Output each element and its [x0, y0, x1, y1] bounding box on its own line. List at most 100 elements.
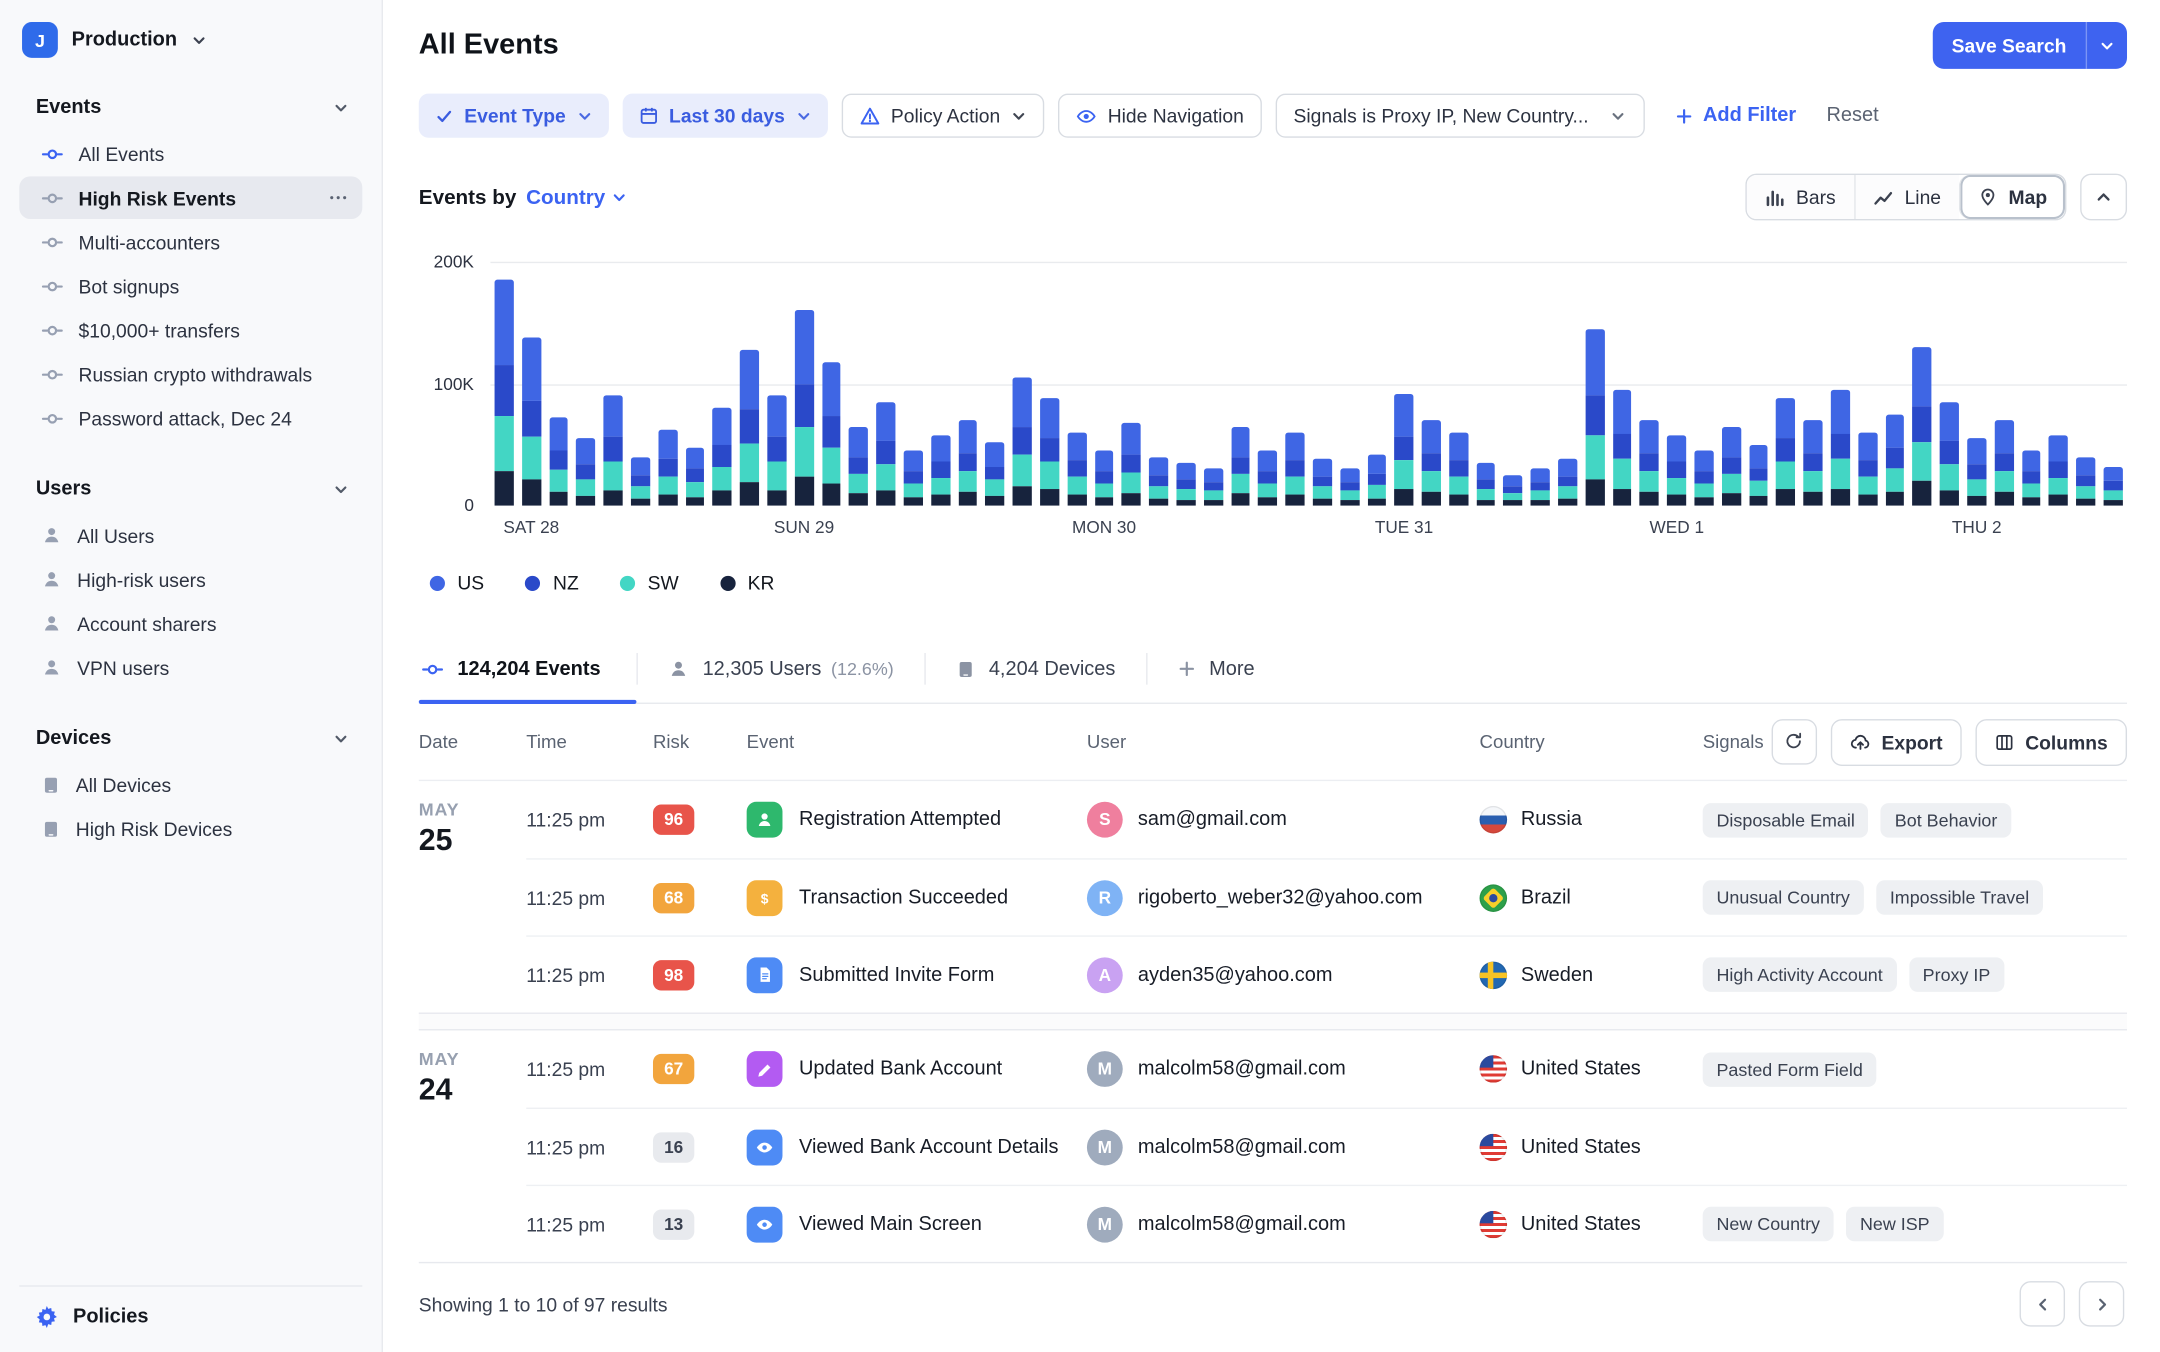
bar[interactable] [1012, 262, 1032, 506]
bar[interactable] [1994, 262, 2014, 506]
bar[interactable] [2049, 262, 2069, 506]
sidebar-item-account-sharers[interactable]: Account sharers [19, 602, 362, 645]
bar[interactable] [1885, 262, 1905, 506]
bar[interactable] [1476, 262, 1496, 506]
export-button[interactable]: Export [1830, 718, 1962, 766]
prev-page-button[interactable] [2019, 1281, 2066, 1327]
bar[interactable] [876, 262, 896, 506]
bar[interactable] [1176, 262, 1196, 506]
chart-view-bars[interactable]: Bars [1746, 174, 1854, 220]
bar[interactable] [1912, 262, 1932, 506]
tab-4-204-devices[interactable]: 4,204 Devices [925, 635, 1145, 703]
sidebar-item-multi-accounters[interactable]: Multi-accounters [19, 220, 362, 263]
bar[interactable] [930, 262, 950, 506]
bar[interactable]: TUE 31 [1375, 262, 1433, 537]
tab-more[interactable]: More [1147, 635, 1285, 703]
bar[interactable] [1776, 262, 1796, 506]
sidebar-item-high-risk-devices[interactable]: High Risk Devices [19, 807, 362, 850]
bar[interactable]: SUN 29 [774, 262, 834, 537]
bar[interactable] [1040, 262, 1060, 506]
bar[interactable] [1312, 262, 1332, 506]
bar[interactable] [1858, 262, 1878, 506]
bar[interactable] [712, 262, 732, 506]
bar[interactable] [1558, 262, 1578, 506]
sidebar-item-all-devices[interactable]: All Devices [19, 763, 362, 806]
bar[interactable] [1939, 262, 1959, 506]
table-row[interactable]: 11:25 pm 68 $ Transaction Succeeded Rrigober… [526, 858, 2128, 935]
bar[interactable] [821, 262, 841, 506]
bar[interactable] [1830, 262, 1850, 506]
sidebar-item-policies[interactable]: Policies [19, 1284, 363, 1328]
sidebar-item-high-risk-users[interactable]: High-risk users [19, 558, 362, 601]
chart-view-map[interactable]: Map [1958, 174, 2066, 220]
bar[interactable] [603, 262, 623, 506]
bar[interactable] [1203, 262, 1223, 506]
bar[interactable] [1749, 262, 1769, 506]
tab-12-305-users[interactable]: 12,305 Users (12.6%) [638, 635, 924, 703]
bar[interactable] [958, 262, 978, 506]
bar[interactable] [767, 262, 787, 506]
bar[interactable] [494, 262, 514, 506]
collapse-chart-button[interactable] [2080, 173, 2128, 221]
chevron-down-icon[interactable] [2085, 22, 2127, 69]
reset-button[interactable]: Reset [1826, 105, 1878, 127]
bar[interactable] [1339, 262, 1360, 506]
chart-dimension-dropdown[interactable]: Country [526, 185, 627, 209]
sidebar-item-high-risk-events[interactable]: High Risk Events [19, 176, 363, 220]
table-row[interactable]: 11:25 pm 13 Viewed Main Screen Mmalcolm58@g… [526, 1184, 2128, 1262]
filter-chip-hide-navigation[interactable]: Hide Navigation [1058, 93, 1262, 138]
bar[interactable] [658, 262, 678, 506]
filter-chip-signals-is-proxy-ip-new-country[interactable]: Signals is Proxy IP, New Country... [1275, 93, 1646, 138]
bar[interactable] [2076, 262, 2096, 506]
bar[interactable] [549, 262, 569, 506]
bar[interactable] [849, 262, 869, 506]
bar[interactable] [1585, 262, 1605, 506]
bar[interactable] [740, 262, 760, 506]
bar[interactable] [1149, 262, 1169, 506]
table-row[interactable]: 11:25 pm 98 Submitted Invite Form Aayden35@… [526, 935, 2128, 1012]
bar[interactable] [1612, 262, 1632, 506]
bar[interactable]: WED 1 [1649, 262, 1704, 537]
next-page-button[interactable] [2078, 1281, 2125, 1327]
sidebar-item-russian-crypto-withdrawals[interactable]: Russian crypto withdrawals [19, 353, 362, 396]
sidebar-item-all-events[interactable]: All Events [19, 132, 362, 175]
columns-button[interactable]: Columns [1975, 718, 2128, 766]
legend-item-sw[interactable]: SW [620, 572, 679, 594]
bar[interactable] [1285, 262, 1305, 506]
sidebar-item-all-users[interactable]: All Users [19, 514, 362, 557]
bar[interactable] [1367, 262, 1387, 506]
table-row[interactable]: 11:25 pm 16 Viewed Bank Account Details Mma… [526, 1107, 2128, 1185]
filter-chip-last-30-days[interactable]: Last 30 days [622, 93, 828, 138]
bar[interactable]: SAT 28 [503, 262, 559, 537]
refresh-button[interactable] [1771, 718, 1817, 764]
legend-item-kr[interactable]: KR [720, 572, 774, 594]
bar[interactable] [903, 262, 923, 506]
sidebar-item-10-000-transfers[interactable]: $10,000+ transfers [19, 309, 362, 352]
bar[interactable]: THU 2 [1952, 262, 2002, 537]
bar[interactable] [2103, 262, 2123, 506]
bar[interactable] [1694, 262, 1714, 506]
legend-item-us[interactable]: US [429, 572, 484, 594]
sidebar-section-header-users[interactable]: Users [19, 475, 362, 505]
bar[interactable] [1421, 262, 1441, 506]
bar[interactable] [2021, 262, 2041, 506]
bar[interactable] [1258, 262, 1278, 506]
bar[interactable]: MON 30 [1072, 262, 1136, 537]
bar[interactable] [1067, 262, 1087, 506]
filter-chip-event-type[interactable]: Event Type [418, 93, 609, 138]
sidebar-item-bot-signups[interactable]: Bot signups [19, 264, 362, 307]
legend-item-nz[interactable]: NZ [525, 572, 579, 594]
bar[interactable] [1803, 262, 1823, 506]
table-row[interactable]: 11:25 pm 67 Updated Bank Account Mmalcolm58… [526, 1030, 2127, 1107]
sidebar-section-header-devices[interactable]: Devices [19, 725, 362, 755]
bar[interactable] [1449, 262, 1469, 506]
bar[interactable] [1503, 262, 1523, 506]
bar[interactable] [1121, 262, 1141, 506]
item-menu-icon[interactable] [328, 187, 349, 208]
add-filter-button[interactable]: Add Filter [1675, 105, 1796, 127]
table-row[interactable]: 11:25 pm 96 Registration Attempted Ssam@gma… [526, 781, 2127, 858]
sidebar-section-header-events[interactable]: Events [19, 94, 362, 124]
bar[interactable] [1230, 262, 1250, 506]
save-search-button[interactable]: Save Search [1932, 22, 2128, 69]
workspace-switcher[interactable]: J Production [19, 22, 362, 58]
